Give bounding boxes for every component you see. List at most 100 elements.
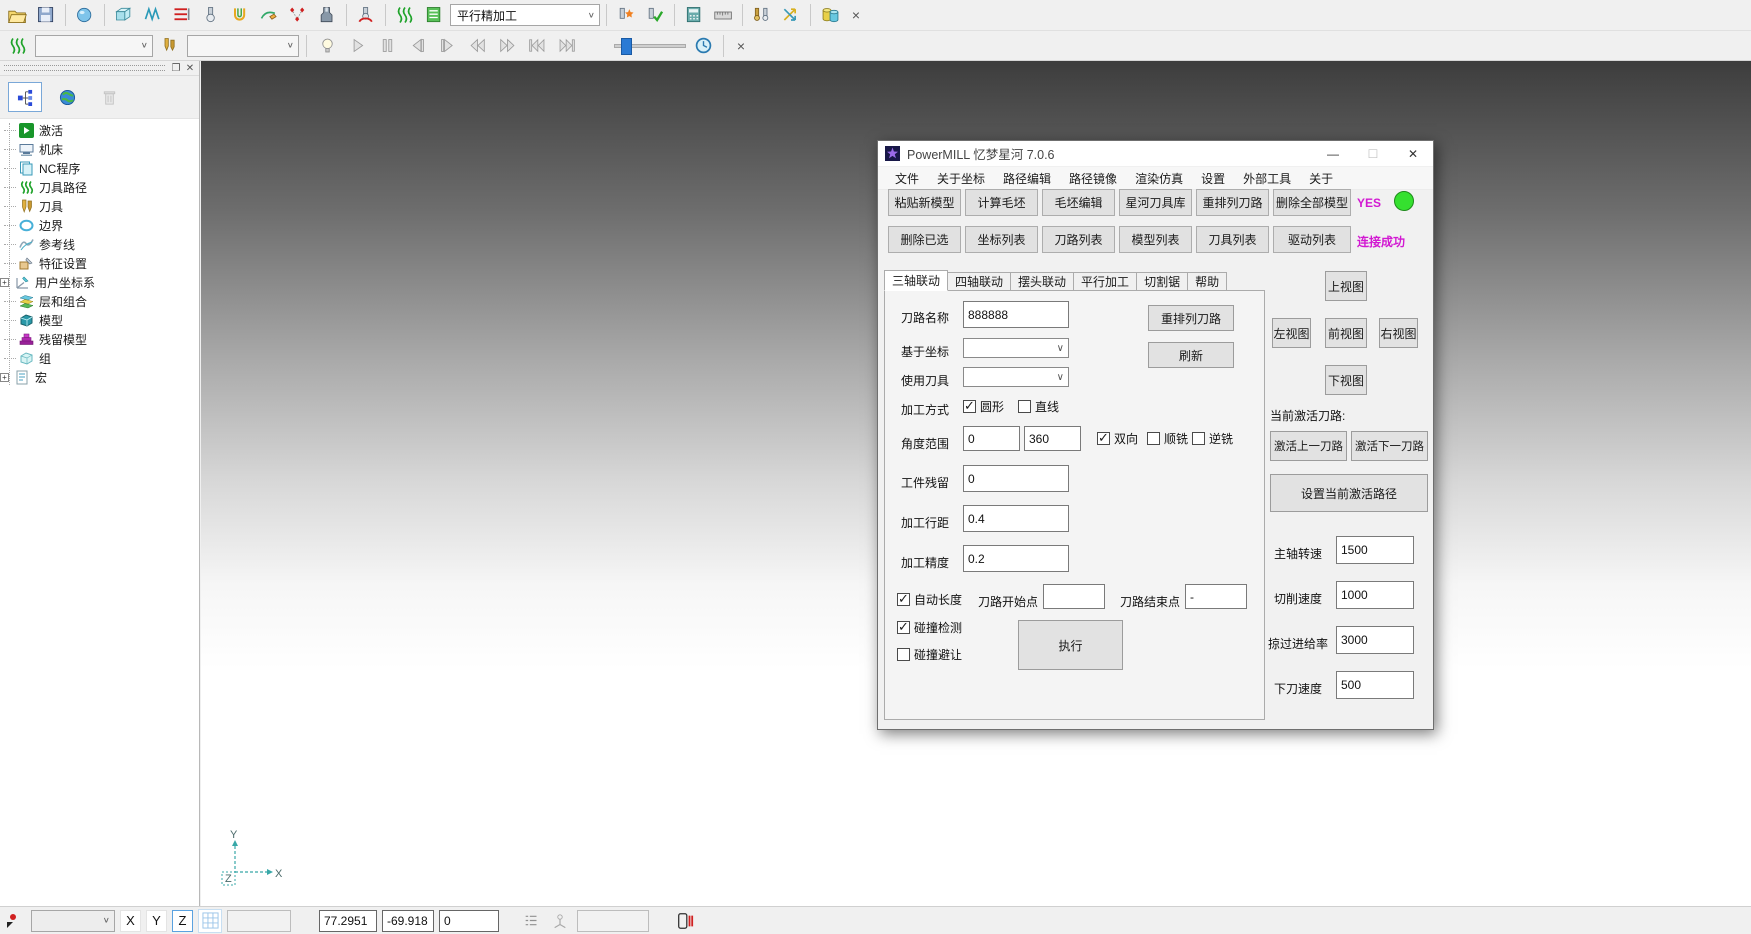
tool-list-button[interactable]: 刀具列表	[1196, 226, 1269, 253]
coord-base-select[interactable]: ∨	[963, 338, 1069, 358]
step-forward-icon[interactable]	[434, 33, 460, 59]
expand-plus-icon[interactable]: +	[0, 278, 9, 287]
tool-holder-icon[interactable]	[314, 2, 340, 28]
toolpath-list-button[interactable]: 刀路列表	[1042, 226, 1115, 253]
auto-length-checkbox[interactable]: 自动长度	[897, 591, 962, 608]
shade-icon[interactable]	[72, 2, 98, 28]
tab-4axis[interactable]: 四轴联动	[948, 272, 1011, 291]
pause-output-icon[interactable]	[673, 909, 697, 933]
strategy-list-icon[interactable]	[421, 2, 447, 28]
stock-allowance-input[interactable]	[963, 465, 1069, 492]
panel-float-icon[interactable]: ❐	[169, 62, 183, 74]
tolerance-input[interactable]	[963, 545, 1069, 572]
refresh-button[interactable]: 刷新	[1148, 342, 1234, 368]
rapid-heights-icon[interactable]	[169, 2, 195, 28]
sim-tool-dropdown[interactable]: ∨	[187, 35, 299, 57]
rearrange-toolpaths-button[interactable]: 重排列刀路	[1196, 189, 1269, 216]
tree-item-patterns[interactable]: 参考线	[0, 235, 199, 253]
status-message-field[interactable]	[577, 910, 649, 932]
climb-mill-checkbox[interactable]: 顺铣	[1147, 430, 1188, 447]
toolpath-spring-icon[interactable]	[392, 2, 418, 28]
stepover-input[interactable]	[963, 505, 1069, 532]
sim-toolbar-close-icon[interactable]: ×	[731, 36, 751, 56]
tree-item-groups[interactable]: 组	[0, 349, 199, 367]
sim-speed-slider-handle[interactable]	[621, 38, 632, 55]
fast-forward-icon[interactable]	[494, 33, 520, 59]
cutting-feed-input[interactable]	[1336, 581, 1414, 609]
bidirectional-checkbox[interactable]: 双向	[1097, 430, 1138, 447]
angle-to-input[interactable]	[1024, 426, 1081, 451]
calc-stock-button[interactable]: 计算毛坯	[965, 189, 1038, 216]
activate-prev-toolpath-button[interactable]: 激活上一刀路	[1270, 431, 1347, 461]
menu-file[interactable]: 文件	[886, 167, 928, 189]
rewind-icon[interactable]	[464, 33, 490, 59]
menu-about[interactable]: 关于	[1300, 167, 1342, 189]
clock-icon[interactable]	[690, 33, 716, 59]
front-view-button[interactable]: 前视图	[1325, 318, 1367, 348]
boundary-icon[interactable]	[227, 2, 253, 28]
verify-check-tool-icon[interactable]	[642, 2, 668, 28]
compare-cylinders-icon[interactable]	[817, 2, 843, 28]
lamp-icon[interactable]	[314, 33, 340, 59]
top-view-button[interactable]: 上视图	[1325, 271, 1367, 301]
pattern-pencil-icon[interactable]	[256, 2, 282, 28]
panel-grip[interactable]	[4, 70, 165, 72]
expand-plus-icon[interactable]: +	[0, 373, 9, 382]
axis-x-button[interactable]: X	[120, 910, 141, 932]
menu-path-mirror[interactable]: 路径镜像	[1060, 167, 1126, 189]
grid-snap-button[interactable]	[198, 909, 222, 933]
spindle-speed-input[interactable]	[1336, 536, 1414, 564]
toolbar-close-icon[interactable]: ×	[846, 5, 866, 25]
delete-all-models-button[interactable]: 删除全部模型	[1273, 189, 1351, 216]
active-strategy-dropdown[interactable]: 平行精加工 ∨	[450, 4, 600, 26]
create-block-icon[interactable]	[111, 2, 137, 28]
rearrange-button[interactable]: 重排列刀路	[1148, 305, 1234, 331]
angle-from-input[interactable]	[963, 426, 1020, 451]
maximize-button[interactable]: ☐	[1353, 141, 1393, 167]
go-end-icon[interactable]	[554, 33, 580, 59]
end-point-input[interactable]	[1185, 584, 1247, 609]
swap-axes-icon[interactable]	[778, 2, 804, 28]
collision-check-icon[interactable]	[353, 2, 379, 28]
tree-item-workplanes[interactable]: +用户坐标系	[0, 273, 199, 291]
skim-feed-input[interactable]	[1336, 626, 1414, 654]
save-icon[interactable]	[33, 2, 59, 28]
bottom-view-button[interactable]: 下视图	[1325, 365, 1367, 395]
coord-list-button[interactable]: 坐标列表	[965, 226, 1038, 253]
status-aux-field[interactable]	[227, 910, 291, 932]
tab-help[interactable]: 帮助	[1188, 272, 1227, 291]
model-list-button[interactable]: 模型列表	[1119, 226, 1192, 253]
axis-z-button[interactable]: Z	[172, 910, 193, 932]
tree-item-nc-program[interactable]: NC程序	[0, 159, 199, 177]
step-back-icon[interactable]	[404, 33, 430, 59]
strategy-zigzag-icon[interactable]	[140, 2, 166, 28]
plunge-feed-input[interactable]	[1336, 671, 1414, 699]
activate-next-toolpath-button[interactable]: 激活下一刀路	[1351, 431, 1428, 461]
tree-item-activate[interactable]: 激活	[0, 121, 199, 139]
cursor-x-field[interactable]	[319, 910, 377, 932]
menu-render-sim[interactable]: 渲染仿真	[1126, 167, 1192, 189]
sim-toolpath-dropdown[interactable]: ∨	[35, 35, 153, 57]
tree-item-machine[interactable]: 机床	[0, 140, 199, 158]
right-view-button[interactable]: 右视图	[1379, 318, 1418, 348]
tool-library-button[interactable]: 星河刀具库	[1119, 189, 1192, 216]
panel-close-icon[interactable]: ✕	[183, 62, 197, 74]
tree-item-stock-models[interactable]: 残留模型	[0, 330, 199, 348]
tree-view-button[interactable]	[8, 82, 42, 112]
collision-check-checkbox[interactable]: 碰撞检测	[897, 619, 962, 636]
calculator-icon[interactable]	[681, 2, 707, 28]
pause-icon[interactable]	[374, 33, 400, 59]
measure-ruler-icon[interactable]	[710, 2, 736, 28]
play-icon[interactable]	[344, 33, 370, 59]
tab-parallel[interactable]: 平行加工	[1074, 272, 1137, 291]
tree-item-feature-sets[interactable]: 特征设置	[0, 254, 199, 272]
minimize-button[interactable]: —	[1313, 141, 1353, 167]
calc-fire-tool-icon[interactable]	[613, 2, 639, 28]
start-point-input[interactable]	[1043, 584, 1105, 609]
drive-list-button[interactable]: 驱动列表	[1273, 226, 1351, 253]
conventional-mill-checkbox[interactable]: 逆铣	[1192, 430, 1233, 447]
close-button[interactable]: ✕	[1393, 141, 1433, 167]
tree-item-tools[interactable]: 刀具	[0, 197, 199, 215]
line-checkbox[interactable]: 直线	[1018, 398, 1059, 415]
diamond-points-icon[interactable]	[285, 2, 311, 28]
